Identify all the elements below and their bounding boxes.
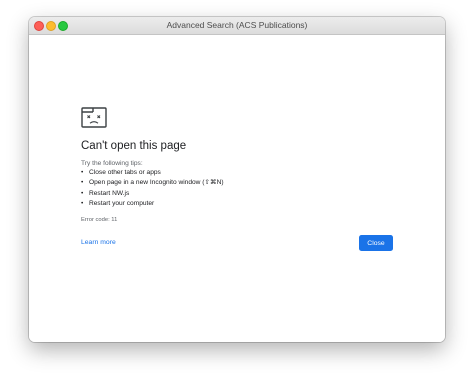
error-code: Error code: 11 (81, 217, 118, 223)
tip-item: • Restart your computer (81, 199, 155, 207)
tip-text: Open page in a new Incognito window (⇧⌘N… (89, 179, 224, 187)
sad-tab-icon (81, 107, 107, 128)
tip-text: Close other tabs or apps (89, 169, 161, 176)
tip-item: • Close other tabs or apps (81, 169, 161, 176)
tips-intro: Try the following tips: (81, 160, 143, 167)
learn-more-link[interactable]: Learn more (81, 239, 116, 246)
tip-text: Restart NW.js (89, 189, 130, 197)
error-heading: Can't open this page (81, 140, 187, 152)
app-window: Advanced Search (ACS Publications) Can't… (29, 17, 445, 342)
close-button[interactable]: Close (359, 235, 393, 251)
tips-list: • Close other tabs or apps • Open page in … (81, 168, 224, 209)
tip-item: • Restart NW.js (81, 189, 130, 197)
tip-item: • Open page in a new Incognito window (⇧⌘… (81, 179, 224, 187)
error-page: Can't open this page Try the following t… (29, 35, 445, 342)
title-bar[interactable]: Advanced Search (ACS Publications) (29, 17, 445, 35)
tip-text: Restart your computer (89, 199, 155, 207)
window-title: Advanced Search (ACS Publications) (166, 20, 308, 30)
